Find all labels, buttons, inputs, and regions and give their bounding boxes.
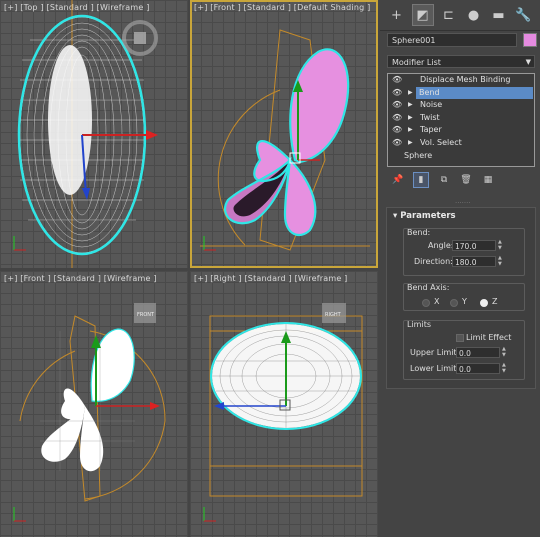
limits-group: Limits Limit Effect Upper Limit: 0.0 ▲ ▼…: [403, 320, 525, 380]
spinner-down-icon[interactable]: ▼: [498, 262, 502, 267]
modifier-list-dropdown[interactable]: Modifier List ▼: [387, 55, 535, 68]
expand-triangle-icon[interactable]: ▶: [408, 87, 413, 100]
viewport-front-wire-canvas: FRONT: [13, 303, 166, 522]
viewport-front-shaded[interactable]: [+] [Front ] [Standard ] [Default Shadin…: [190, 0, 378, 268]
hierarchy-tab-icon[interactable]: ⊏: [439, 5, 459, 25]
upper-limit-spinner[interactable]: 0.0: [456, 347, 500, 358]
viewport-top[interactable]: [+] [Top ] [Standard ] [Wireframe ]: [0, 0, 188, 268]
object-color-swatch[interactable]: [523, 33, 537, 47]
viewport-right-canvas: RIGHT: [203, 303, 363, 522]
remove-modifier-icon[interactable]: 🗑: [459, 173, 473, 187]
bend-group-label: Bend:: [407, 228, 431, 237]
chevron-down-icon: ▼: [525, 58, 531, 66]
axis-x-label: X: [434, 297, 440, 306]
create-tab-icon[interactable]: +: [387, 5, 407, 25]
expand-triangle-icon[interactable]: ▶: [408, 99, 413, 112]
stack-item-sphere[interactable]: Sphere: [388, 150, 534, 163]
modifier-stack: 👁 Displace Mesh Binding (WSM) 👁 ▶ Bend 👁…: [387, 73, 535, 167]
pin-stack-icon[interactable]: 📌: [391, 173, 405, 187]
lower-limit-label: Lower Limit:: [410, 364, 460, 373]
stack-item-twist[interactable]: 👁 ▶ Twist: [388, 112, 534, 125]
bend-group: Bend: Angle: 170.0 ▲ ▼ Direction: 180.0 …: [403, 228, 525, 276]
viewcube-front-face[interactable]: FRONT: [137, 312, 155, 318]
viewport-front-wire[interactable]: [+] [Front ] [Standard ] [Wireframe ] FR…: [0, 271, 188, 537]
utilities-tab-icon[interactable]: 🔧: [514, 5, 534, 25]
configure-sets-icon[interactable]: ▦: [481, 173, 495, 187]
expand-triangle-icon[interactable]: ▶: [408, 124, 413, 137]
display-tab-icon[interactable]: ▬: [489, 5, 509, 25]
lower-limit-spinner[interactable]: 0.0: [456, 363, 500, 374]
viewport-front-shaded-canvas: [200, 29, 370, 251]
parameters-rollout: ▾ Parameters Bend: Angle: 170.0 ▲ ▼ Dire…: [386, 207, 536, 389]
command-panel-tabs: + ◩ ⊏ ● ▬ 🔧: [380, 0, 540, 31]
axis-y-label: Y: [462, 297, 467, 306]
direction-spinner[interactable]: 180.0: [452, 256, 496, 267]
stack-item-taper[interactable]: 👁 ▶ Taper: [388, 124, 534, 137]
eye-icon[interactable]: 👁: [392, 99, 402, 112]
axis-z-radio[interactable]: [480, 299, 488, 307]
stack-toolbar: 📌 ▮ ⧉ 🗑 ▦: [387, 172, 539, 188]
angle-spinner[interactable]: 170.0: [452, 240, 496, 251]
expand-triangle-icon[interactable]: ▶: [408, 137, 413, 150]
upper-limit-label: Upper Limit:: [410, 348, 460, 357]
viewport-top-canvas: [13, 0, 158, 268]
object-name-field[interactable]: Sphere001: [387, 33, 517, 47]
viewport-right[interactable]: [+] [Right ] [Standard ] [Wireframe ] RI…: [190, 271, 378, 537]
eye-icon[interactable]: 👁: [392, 112, 402, 125]
limit-effect-label: Limit Effect: [466, 333, 512, 342]
limits-label: Limits: [407, 320, 431, 329]
spinner-down-icon[interactable]: ▼: [502, 369, 506, 374]
axis-x-radio[interactable]: [422, 299, 430, 307]
eye-icon[interactable]: 👁: [392, 87, 402, 100]
bend-axis-group: Bend Axis: X Y Z: [403, 283, 525, 311]
limit-effect-checkbox[interactable]: [456, 334, 464, 342]
stack-item-displace-mesh[interactable]: 👁 Displace Mesh Binding (WSM): [388, 74, 534, 97]
eye-icon[interactable]: 👁: [392, 137, 402, 150]
rollout-divider: ·······: [455, 199, 471, 207]
viewcube-right-face[interactable]: RIGHT: [325, 312, 342, 318]
expand-triangle-icon[interactable]: ▶: [408, 112, 413, 125]
make-unique-icon[interactable]: ⧉: [437, 173, 451, 187]
eye-icon[interactable]: 👁: [392, 74, 402, 87]
axis-y-radio[interactable]: [450, 299, 458, 307]
collapse-icon: ▾: [393, 211, 398, 221]
eye-icon[interactable]: 👁: [392, 124, 402, 137]
stack-item-bend[interactable]: 👁 ▶ Bend: [392, 86, 533, 100]
stack-item-vol-select[interactable]: 👁 ▶ Vol. Select: [388, 137, 534, 150]
motion-tab-icon[interactable]: ●: [464, 5, 484, 25]
angle-label: Angle:: [428, 241, 454, 250]
spinner-down-icon[interactable]: ▼: [498, 246, 502, 251]
show-end-result-icon[interactable]: ▮: [413, 172, 429, 188]
axis-z-label: Z: [492, 297, 498, 306]
direction-label: Direction:: [414, 257, 453, 266]
modify-tab-icon[interactable]: ◩: [411, 4, 434, 26]
parameters-title[interactable]: ▾ Parameters: [387, 208, 535, 221]
modifier-list-label: Modifier List: [392, 58, 441, 67]
spinner-down-icon[interactable]: ▼: [502, 353, 506, 358]
bend-axis-label: Bend Axis:: [407, 283, 450, 292]
stack-item-noise[interactable]: 👁 ▶ Noise: [388, 99, 534, 112]
